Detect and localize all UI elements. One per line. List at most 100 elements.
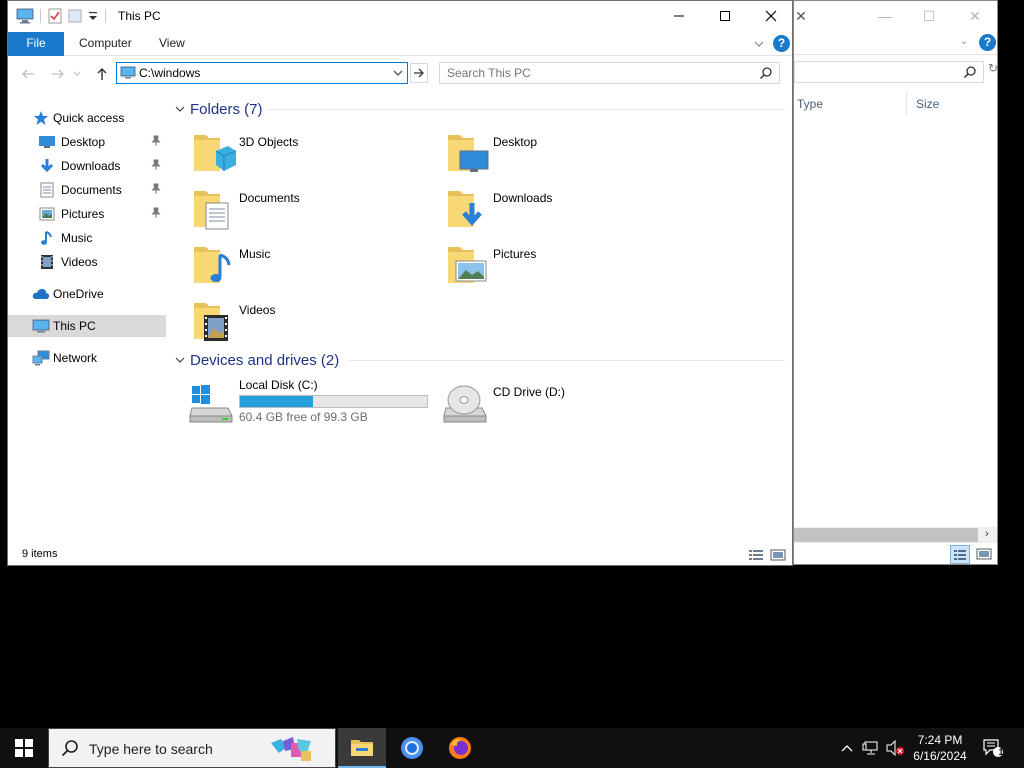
close-icon[interactable]: ✕ [794,5,812,27]
background-explorer-window[interactable]: ✕ — ☐ ✕ ⌄ ? ↻ Type Size › [793,0,998,565]
help-icon[interactable]: ? [773,35,790,52]
customize-qat-icon[interactable] [87,8,99,24]
pin-icon[interactable] [151,207,161,219]
properties-icon[interactable] [47,8,63,24]
nav-quick-access[interactable]: Quick access [8,107,166,129]
folder-label: Pictures [493,247,537,261]
scrollbar-thumb[interactable] [794,528,978,542]
navigation-bar [8,57,792,91]
help-icon[interactable]: ? [979,34,996,51]
search-box[interactable] [439,62,780,84]
folders-group-header[interactable]: Folders (7) [174,99,263,119]
taskbar: Type here to search 7:24 PM 6/16/2024 1 [0,728,1024,768]
folder-3d-objects[interactable]: 3D Objects [192,129,442,179]
folder-documents[interactable]: Documents [192,185,442,235]
search-icon [963,66,976,79]
details-view-button[interactable] [950,545,970,564]
film-icon [38,253,56,271]
large-icons-view-icon [770,549,786,561]
star-icon [32,109,50,127]
up-button[interactable] [92,64,112,84]
start-button[interactable] [0,728,48,768]
taskbar-clock[interactable]: 7:24 PM 6/16/2024 [900,732,980,764]
nav-desktop[interactable]: Desktop [8,131,166,153]
folder-downloads[interactable]: Downloads [446,185,696,235]
maximize-button[interactable] [702,1,748,31]
chevron-down-icon[interactable] [174,103,186,115]
refresh-icon[interactable]: ↻ [988,61,997,75]
this-pc-icon[interactable] [16,8,34,24]
chevron-down-icon[interactable] [392,66,404,80]
details-view-button[interactable] [748,548,764,562]
3d-objects-folder-icon [194,135,236,171]
close-icon[interactable]: ✕ [964,5,986,27]
pin-icon[interactable] [151,135,161,147]
nav-this-pc[interactable]: This PC [8,315,166,337]
nav-label: This PC [53,319,96,333]
taskbar-firefox[interactable] [436,728,484,768]
action-center-button[interactable]: 1 [980,728,1006,768]
background-search-box[interactable] [794,61,984,83]
scroll-right-icon[interactable]: › [985,528,989,540]
network-tray-button[interactable] [860,728,882,768]
show-hidden-icons-button[interactable] [836,728,858,768]
quick-access-toolbar [16,8,108,24]
chevron-down-icon[interactable] [753,39,765,49]
tab-view[interactable]: View [159,32,185,56]
nav-documents[interactable]: Documents [8,179,166,201]
new-folder-icon[interactable] [67,8,83,24]
chevron-down-icon[interactable]: ⌄ [960,36,968,47]
column-type[interactable]: Type [797,97,823,111]
item-count: 9 items [22,548,58,560]
folder-pictures[interactable]: Pictures [446,241,696,291]
search-input[interactable] [447,66,747,80]
file-explorer-window[interactable]: This PC File Computer View ? C:\windows … [7,0,793,566]
address-input[interactable] [139,65,379,81]
taskbar-chrome[interactable] [388,728,436,768]
cloud-icon [32,285,50,303]
close-button[interactable] [748,1,792,31]
nav-network[interactable]: Network [8,347,166,369]
nav-label: Quick access [53,111,125,125]
this-pc-icon [120,66,136,79]
nav-onedrive[interactable]: OneDrive [8,283,166,305]
folder-desktop[interactable]: Desktop [446,129,696,179]
pin-icon[interactable] [151,159,161,171]
maximize-icon[interactable]: ☐ [918,5,940,27]
tab-computer[interactable]: Computer [79,32,132,56]
nav-downloads[interactable]: Downloads [8,155,166,177]
drive-cd-d[interactable]: CD Drive (D:) [442,378,642,430]
nav-music[interactable]: Music [8,227,166,249]
music-note-icon [38,229,56,247]
network-icon [32,349,50,367]
recent-locations-button[interactable] [70,64,84,84]
drive-local-disk-c[interactable]: Local Disk (C:) 60.4 GB free of 99.3 GB [188,378,438,430]
nav-videos[interactable]: Videos [8,251,166,273]
column-size[interactable]: Size [916,97,939,111]
pin-icon[interactable] [151,183,161,195]
drives-group-title: Devices and drives (2) [190,351,340,369]
chevron-down-icon[interactable] [174,354,186,366]
forward-button[interactable] [48,64,68,84]
minimize-button[interactable] [656,1,702,31]
folder-music[interactable]: Music [192,241,442,291]
address-bar[interactable] [116,62,408,84]
background-ribbon: ⌄ ? [794,31,997,55]
tab-file[interactable]: File [8,32,64,56]
large-icons-view-button[interactable] [770,548,786,562]
nav-label: Pictures [61,207,105,221]
drives-group-header[interactable]: Devices and drives (2) [174,350,339,370]
go-button[interactable] [410,63,428,83]
large-icons-view-button[interactable] [976,547,992,564]
back-button[interactable] [18,64,38,84]
taskbar-file-explorer[interactable] [338,728,386,768]
folder-label: Documents [239,191,300,205]
videos-folder-icon [194,303,228,341]
desktop-icon [38,133,56,151]
folder-videos[interactable]: Videos [192,297,442,347]
minimize-icon[interactable]: — [874,5,896,27]
nav-pictures[interactable]: Pictures [8,203,166,225]
search-icon[interactable] [759,66,773,80]
taskbar-search-box[interactable]: Type here to search [48,728,336,768]
chrome-icon [401,737,423,759]
